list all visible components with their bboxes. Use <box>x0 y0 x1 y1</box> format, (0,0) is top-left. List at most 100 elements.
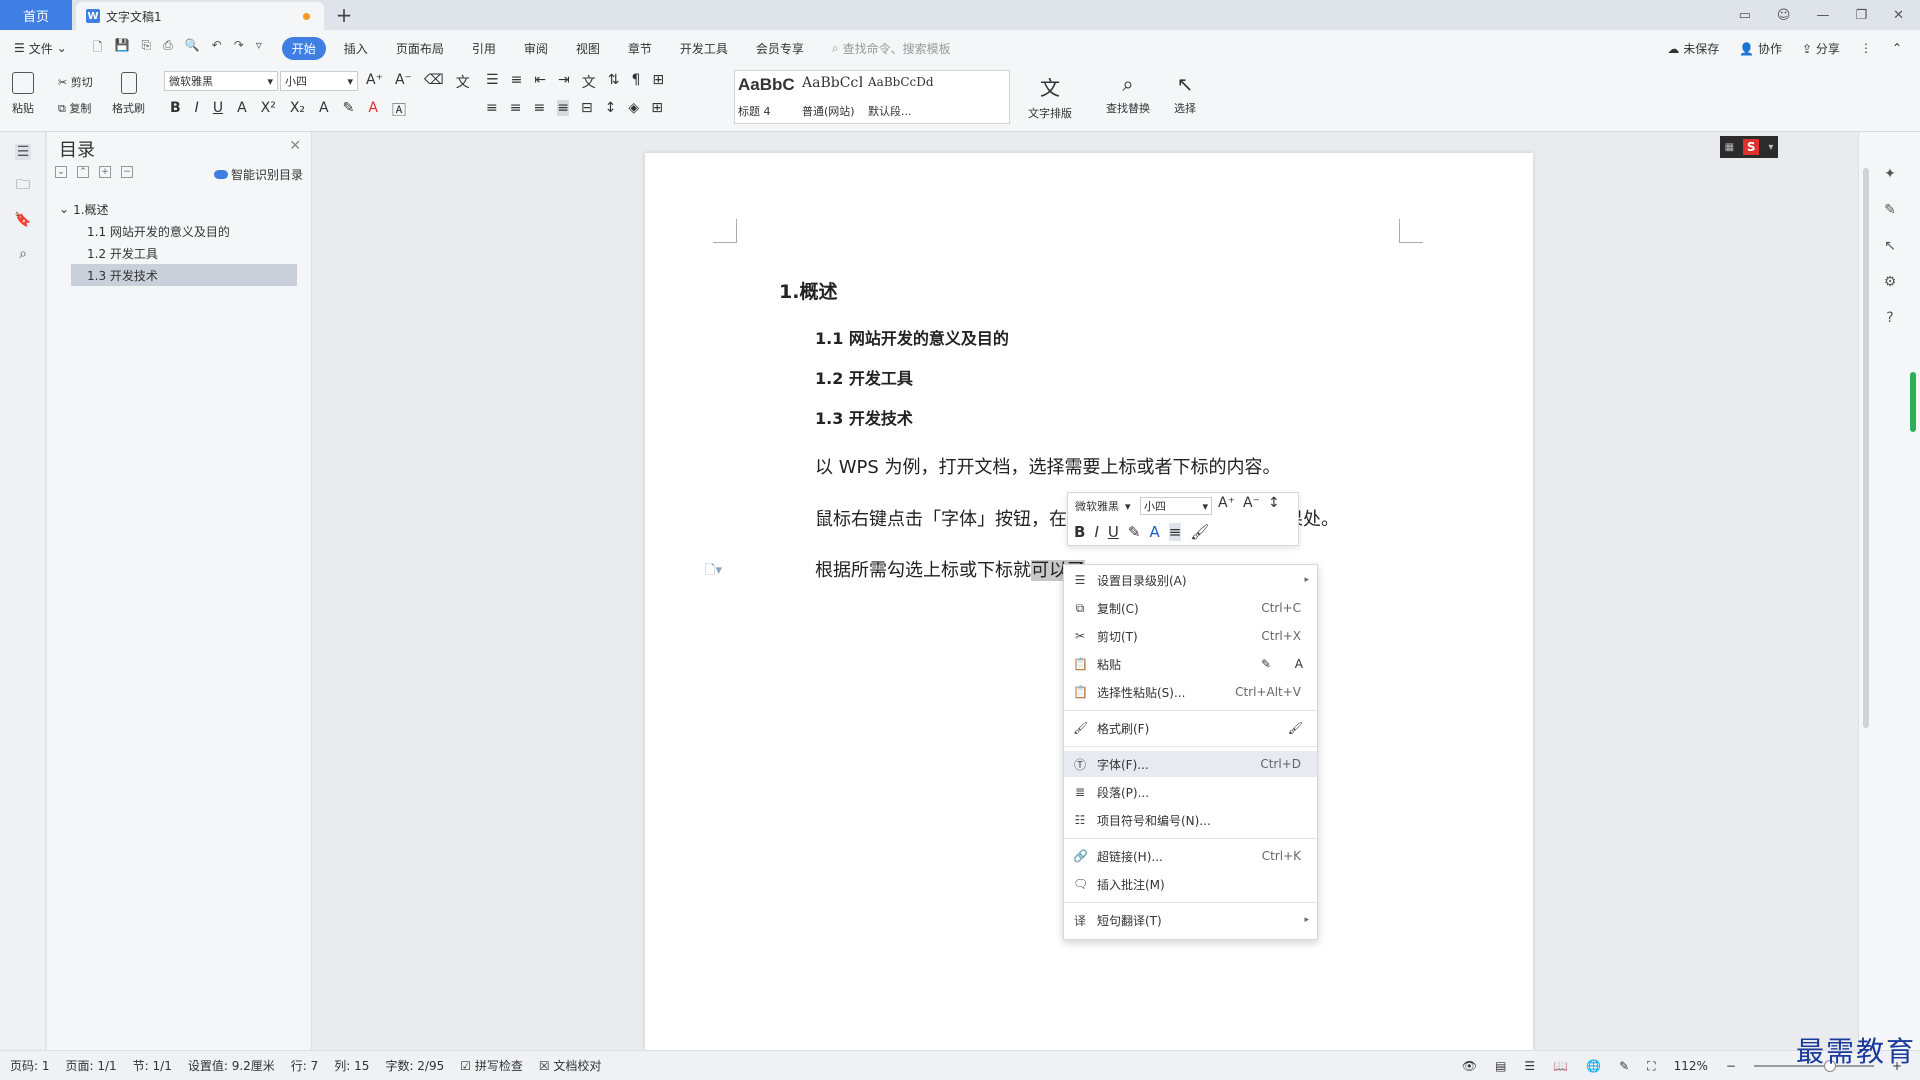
mini-font-name[interactable]: 微软雅黑 ▾ <box>1072 497 1142 515</box>
style-heading4[interactable]: AaBbC 标题 4 <box>735 71 799 123</box>
menu-item-cut[interactable]: ✂ 剪切(T) Ctrl+X <box>1064 623 1317 649</box>
shading-icon[interactable]: ◈ <box>628 100 639 116</box>
font-size-select[interactable]: 小四 ▾ <box>280 71 358 91</box>
avatar[interactable]: ☺ <box>1777 8 1791 23</box>
text-effect-icon[interactable]: A <box>319 100 329 120</box>
find-replace-button[interactable]: ⌕ 查找替换 <box>1106 72 1150 116</box>
heading-1[interactable]: 1.概述 <box>779 277 837 304</box>
align-left-icon[interactable]: ≡ <box>486 100 498 116</box>
menu-item-comment[interactable]: 🗨 插入批注(M) <box>1064 871 1317 897</box>
collapse-all-icon[interactable]: ⌃ <box>77 166 89 178</box>
underline-icon[interactable]: U <box>213 100 223 120</box>
menu-item-translate[interactable]: 译短句翻译(T) ▸ <box>1064 907 1317 933</box>
justify-icon[interactable]: ≡ <box>557 100 569 116</box>
subscript-icon[interactable]: X₂ <box>290 100 305 120</box>
heading-2[interactable]: 1.2 开发工具 <box>815 365 913 389</box>
customize-icon[interactable]: ▿ <box>256 38 262 59</box>
shrink-font-icon[interactable]: A⁻ <box>395 72 412 92</box>
pinyin-icon[interactable]: 文 <box>456 72 470 92</box>
font-name-select[interactable]: 微软雅黑 ▾ <box>164 71 278 91</box>
menu-review[interactable]: 审阅 <box>514 37 558 60</box>
command-search[interactable]: ⌕ 查找命令、搜索模板 <box>832 40 951 57</box>
collab-button[interactable]: 👤 协作 <box>1739 40 1782 57</box>
menu-developer[interactable]: 开发工具 <box>670 37 738 60</box>
paragraph[interactable]: 根据所需勾选上标或下标就可以了。 <box>815 556 1103 582</box>
toc-item-selected[interactable]: 1.3 开发技术 <box>71 264 297 286</box>
show-marks-icon[interactable]: ¶ <box>632 72 641 92</box>
col-info[interactable]: 列: 15 <box>334 1057 369 1074</box>
menu-view[interactable]: 视图 <box>566 37 610 60</box>
line-spacing-icon[interactable]: ↕ <box>1268 495 1280 511</box>
copy-button[interactable]: ⧉ 复制 <box>58 100 91 116</box>
toc-panel-icon[interactable]: ☰ <box>15 144 31 160</box>
menu-references[interactable]: 引用 <box>462 37 506 60</box>
chinese-layout-icon[interactable]: 文 <box>582 72 596 92</box>
text-layout-button[interactable]: 文 文字排版 <box>1028 72 1072 121</box>
align-right-icon[interactable]: ≡ <box>533 100 545 116</box>
folder-icon[interactable]: 🗀 <box>15 177 31 194</box>
increase-indent-icon[interactable]: ⇥ <box>558 72 570 92</box>
shrink-font-icon[interactable]: A⁻ <box>1243 495 1260 511</box>
cut-button[interactable]: ✂ 剪切 <box>58 74 93 90</box>
setting-value[interactable]: 设置值: 9.2厘米 <box>188 1057 275 1074</box>
minus-icon[interactable]: − <box>121 166 133 178</box>
highlight-icon[interactable]: ✎ <box>1128 523 1141 541</box>
menu-item-paragraph[interactable]: ≣ 段落(P)... <box>1064 779 1317 805</box>
row-info[interactable]: 行: 7 <box>291 1057 319 1074</box>
scroll-indicator[interactable] <box>1910 372 1916 432</box>
underline-icon[interactable]: U <box>1108 523 1119 541</box>
menu-item-hyperlink[interactable]: 🔗 超链接(H)... Ctrl+K <box>1064 843 1317 869</box>
grow-font-icon[interactable]: A⁺ <box>366 72 383 92</box>
magic-icon[interactable]: ✦ <box>1882 166 1898 182</box>
toc-item[interactable]: ⌄ 1.概述 <box>59 198 109 220</box>
search-icon[interactable]: ⌕ <box>15 246 31 262</box>
page-view-icon[interactable]: ▤ <box>1495 1059 1506 1073</box>
close-icon[interactable]: ✕ <box>1893 8 1904 23</box>
menu-insert[interactable]: 插入 <box>334 37 378 60</box>
spell-check-button[interactable]: ☑ 拼写检查 <box>460 1057 523 1074</box>
tab-home[interactable]: 首页 <box>0 0 72 30</box>
menu-item-copy[interactable]: ⧉ 复制(C) Ctrl+C <box>1064 595 1317 621</box>
format-painter-button[interactable]: 格式刷 <box>112 72 145 116</box>
ime-indicator[interactable]: ▦ S ▾ <box>1720 136 1778 158</box>
new-tab-button[interactable]: + <box>332 3 356 27</box>
section-info[interactable]: 节: 1/1 <box>133 1057 172 1074</box>
pen-icon[interactable]: ✎ <box>1619 1059 1629 1073</box>
highlight-icon[interactable]: ✎ <box>343 100 355 120</box>
collapse-ribbon-icon[interactable]: ⌃ <box>1892 41 1902 55</box>
new-doc-icon[interactable]: 🗋 <box>93 38 103 59</box>
select-icon[interactable]: ↖ <box>1882 238 1898 254</box>
proofread-button[interactable]: ☒ 文档校对 <box>539 1057 602 1074</box>
word-count[interactable]: 字数: 2/95 <box>385 1057 444 1074</box>
font-color-icon[interactable]: A <box>1149 523 1159 541</box>
eye-icon[interactable]: 👁 <box>1462 1059 1477 1073</box>
plus-icon[interactable]: + <box>99 166 111 178</box>
toc-item[interactable]: 1.1 网站开发的意义及目的 <box>71 220 297 242</box>
style-default[interactable]: AaBbCcDd 默认段... <box>865 71 995 123</box>
bullet-list-icon[interactable]: ☰ <box>486 72 499 92</box>
heading-2[interactable]: 1.3 开发技术 <box>815 405 913 429</box>
superscript-icon[interactable]: X² <box>261 100 276 120</box>
paste-button[interactable]: 粘贴 <box>12 72 34 116</box>
menu-start[interactable]: 开始 <box>281 36 326 60</box>
page-number[interactable]: 页码: 1 <box>10 1057 50 1074</box>
export-icon[interactable]: ⎘ <box>141 38 151 59</box>
redo-icon[interactable]: ↷ <box>234 38 244 59</box>
paragraph[interactable]: 以 WPS 为例，打开文档，选择需要上标或者下标的内容。 <box>815 453 1281 479</box>
menu-member[interactable]: 会员专享 <box>746 37 814 60</box>
menu-chapter[interactable]: 章节 <box>618 37 662 60</box>
numbered-list-icon[interactable]: ≡ <box>511 72 523 92</box>
select-button[interactable]: ↖ 选择 <box>1174 72 1196 116</box>
edit-icon[interactable]: ✎ <box>1882 202 1898 218</box>
font-color-icon[interactable]: A <box>368 100 378 120</box>
decrease-indent-icon[interactable]: ⇤ <box>534 72 546 92</box>
paragraph-handle-icon[interactable]: 🗋▾ <box>705 561 722 583</box>
table-tools-icon[interactable]: ⊞ <box>652 72 664 92</box>
tab-document[interactable]: W 文字文稿1 <box>76 2 324 30</box>
smart-toc-button[interactable]: 智能识别目录 <box>213 166 303 183</box>
paste-text-only-icon[interactable]: A <box>1295 657 1303 671</box>
format-painter-lock-icon[interactable]: 🖌 <box>1288 721 1303 735</box>
menu-item-paste[interactable]: 📋 粘贴 ✎ A <box>1064 651 1317 677</box>
unsaved-button[interactable]: ☁ 未保存 <box>1667 40 1719 57</box>
layout-icon[interactable]: ▭ <box>1739 8 1751 23</box>
